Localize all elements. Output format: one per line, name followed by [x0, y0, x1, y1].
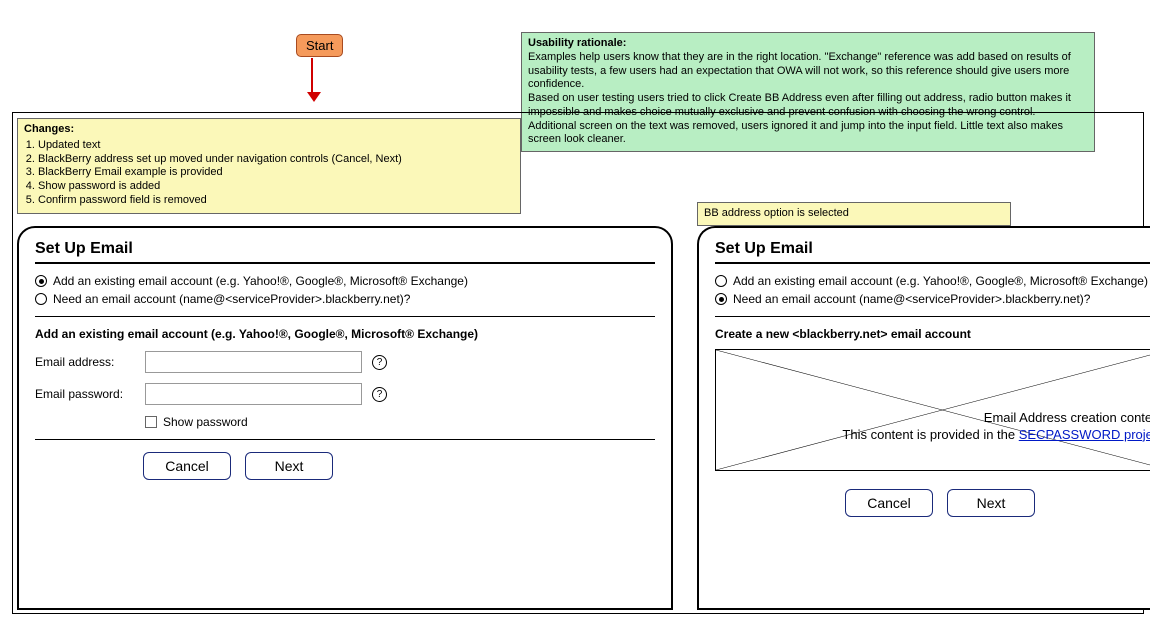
- list-item: BlackBerry address set up moved under na…: [38, 153, 514, 167]
- panel-right: Set Up Email Add an existing email accou…: [697, 226, 1150, 610]
- cancel-button[interactable]: Cancel: [143, 452, 231, 480]
- show-password-label: Show password: [163, 415, 248, 429]
- option-need-account[interactable]: Need an email account (name@<serviceProv…: [35, 292, 655, 306]
- bb-note: BB address option is selected: [697, 202, 1011, 226]
- list-item: BlackBerry Email example is provided: [38, 166, 514, 180]
- divider: [715, 262, 1150, 264]
- panel-title: Set Up Email: [35, 240, 655, 258]
- list-item: Show password is added: [38, 180, 514, 194]
- content-placeholder: Email Address creation content This cont…: [715, 349, 1150, 471]
- password-input[interactable]: [145, 383, 362, 405]
- panel-title: Set Up Email: [715, 240, 1150, 258]
- arrow-down-icon: [311, 58, 313, 92]
- option-label: Add an existing email account (e.g. Yaho…: [53, 274, 468, 288]
- show-password-checkbox[interactable]: [145, 416, 157, 428]
- panel-left: Set Up Email Add an existing email accou…: [17, 226, 673, 610]
- cancel-button[interactable]: Cancel: [845, 489, 933, 517]
- next-button[interactable]: Next: [947, 489, 1035, 517]
- changes-list: Updated text BlackBerry address set up m…: [24, 139, 514, 208]
- changes-note: Changes: Updated text BlackBerry address…: [17, 118, 521, 214]
- divider: [35, 316, 655, 317]
- divider: [35, 439, 655, 440]
- help-icon[interactable]: ?: [372, 387, 387, 402]
- section-subhead: Add an existing email account (e.g. Yaho…: [35, 327, 655, 341]
- placeholder-line2-pre: This content is provided in the: [842, 427, 1018, 442]
- start-node: Start: [296, 34, 343, 57]
- note-title: Usability rationale:: [528, 37, 626, 49]
- placeholder-line1: Email Address creation content: [842, 410, 1150, 427]
- list-item: Confirm password field is removed: [38, 194, 514, 208]
- note-title: Changes:: [24, 123, 74, 135]
- divider: [35, 262, 655, 264]
- radio-icon: [715, 293, 727, 305]
- password-label: Email password:: [35, 387, 145, 401]
- next-button[interactable]: Next: [245, 452, 333, 480]
- help-icon[interactable]: ?: [372, 355, 387, 370]
- option-label: Add an existing email account (e.g. Yaho…: [733, 274, 1148, 288]
- option-existing[interactable]: Add an existing email account (e.g. Yaho…: [35, 274, 655, 288]
- divider: [715, 316, 1150, 317]
- option-need-account[interactable]: Need an email account (name@<serviceProv…: [715, 292, 1150, 306]
- option-existing[interactable]: Add an existing email account (e.g. Yaho…: [715, 274, 1150, 288]
- email-input[interactable]: [145, 351, 362, 373]
- option-label: Need an email account (name@<serviceProv…: [733, 292, 1090, 306]
- radio-icon: [715, 275, 727, 287]
- section-subhead: Create a new <blackberry.net> email acco…: [715, 327, 1150, 341]
- radio-icon: [35, 293, 47, 305]
- secpassword-link[interactable]: SECPASSWORD project: [1019, 427, 1150, 442]
- radio-icon: [35, 275, 47, 287]
- option-label: Need an email account (name@<serviceProv…: [53, 292, 410, 306]
- email-label: Email address:: [35, 355, 145, 369]
- list-item: Updated text: [38, 139, 514, 153]
